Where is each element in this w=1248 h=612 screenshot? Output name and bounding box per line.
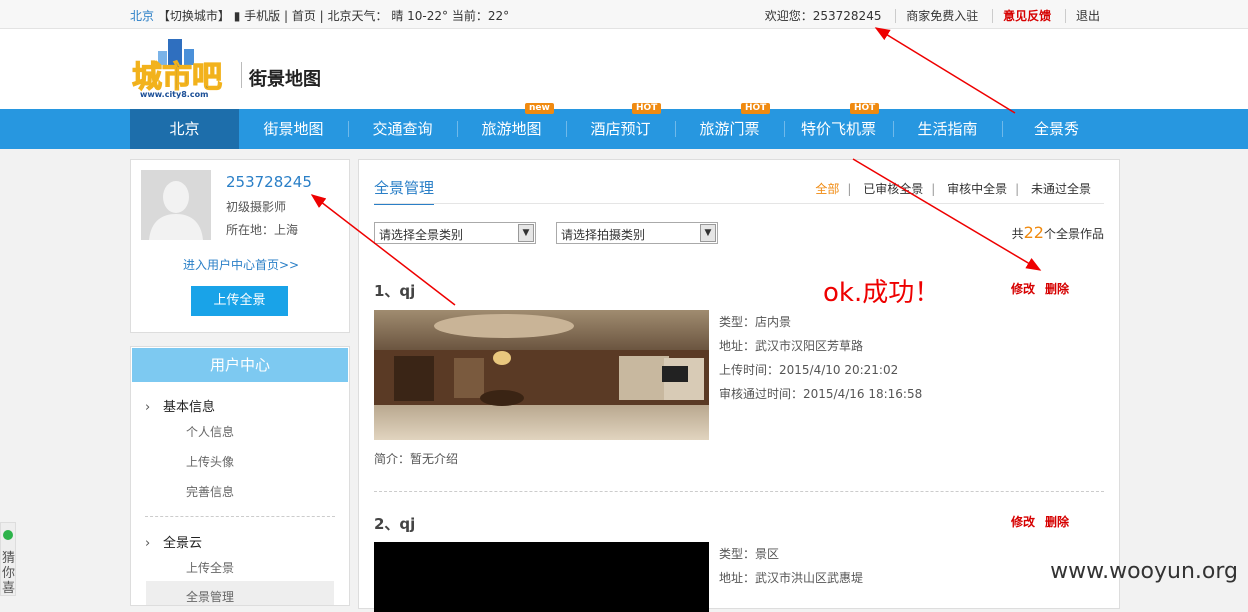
status-dot-icon — [3, 530, 13, 540]
guess-label: 猜你喜 — [2, 551, 16, 596]
watermark: www.wooyun.org — [1050, 559, 1238, 584]
arrow-to-edit — [852, 158, 1042, 271]
guess-you-like-tab[interactable]: 猜你喜 — [0, 522, 16, 596]
annotation-arrows — [310, 27, 1042, 306]
arrow-to-welcome — [874, 27, 1016, 114]
arrow-to-username — [310, 194, 456, 306]
